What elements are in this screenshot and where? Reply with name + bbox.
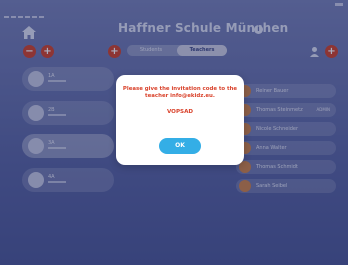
app-screen: Haffner Schule München i − + + Students … [0, 0, 348, 265]
invitation-code-dialog: Please give the invitation code to the t… [116, 75, 244, 165]
dialog-message: Please give the invitation code to the t… [122, 86, 238, 99]
invitation-code: VOPSAD [166, 109, 194, 115]
ok-button[interactable]: OK [159, 138, 201, 154]
